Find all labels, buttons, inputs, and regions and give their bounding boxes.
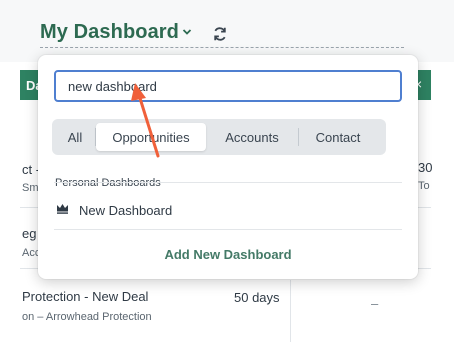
tab-opportunities[interactable]: Opportunities [96, 123, 206, 151]
tab-contact[interactable]: Contact [299, 123, 377, 151]
chevron-down-icon[interactable] [182, 25, 192, 40]
refresh-icon[interactable] [211, 25, 229, 43]
dashboard-item[interactable]: New Dashboard [56, 201, 172, 219]
row-title[interactable]: eg [22, 226, 36, 241]
add-new-dashboard-button[interactable]: Add New Dashboard [38, 247, 418, 262]
row-value: 30 [418, 160, 433, 175]
tab-accounts[interactable]: Accounts [206, 123, 298, 151]
deal-title[interactable]: Protection - New Deal [22, 289, 148, 304]
footer-divider [54, 229, 402, 230]
crown-icon [56, 201, 69, 219]
dashboard-item-label: New Dashboard [79, 202, 173, 218]
tab-all[interactable]: All [55, 123, 95, 151]
title-underline [40, 47, 404, 48]
column-divider [290, 280, 291, 342]
section-divider [54, 182, 402, 183]
row-value-sub: To [418, 180, 430, 192]
dashboard-search-input[interactable] [54, 70, 402, 102]
section-label-personal: Personal Dashboards [55, 177, 161, 189]
empty-cell: – [371, 296, 379, 311]
dashboard-switcher-popover: All Opportunities Accounts Contact Perso… [38, 55, 418, 279]
deal-subtitle: on – Arrowhead Protection [22, 311, 152, 323]
dashboard-title[interactable]: My Dashboard [40, 21, 179, 44]
filter-tabs: All Opportunities Accounts Contact [52, 119, 386, 155]
deal-duration: 50 days [234, 290, 280, 305]
